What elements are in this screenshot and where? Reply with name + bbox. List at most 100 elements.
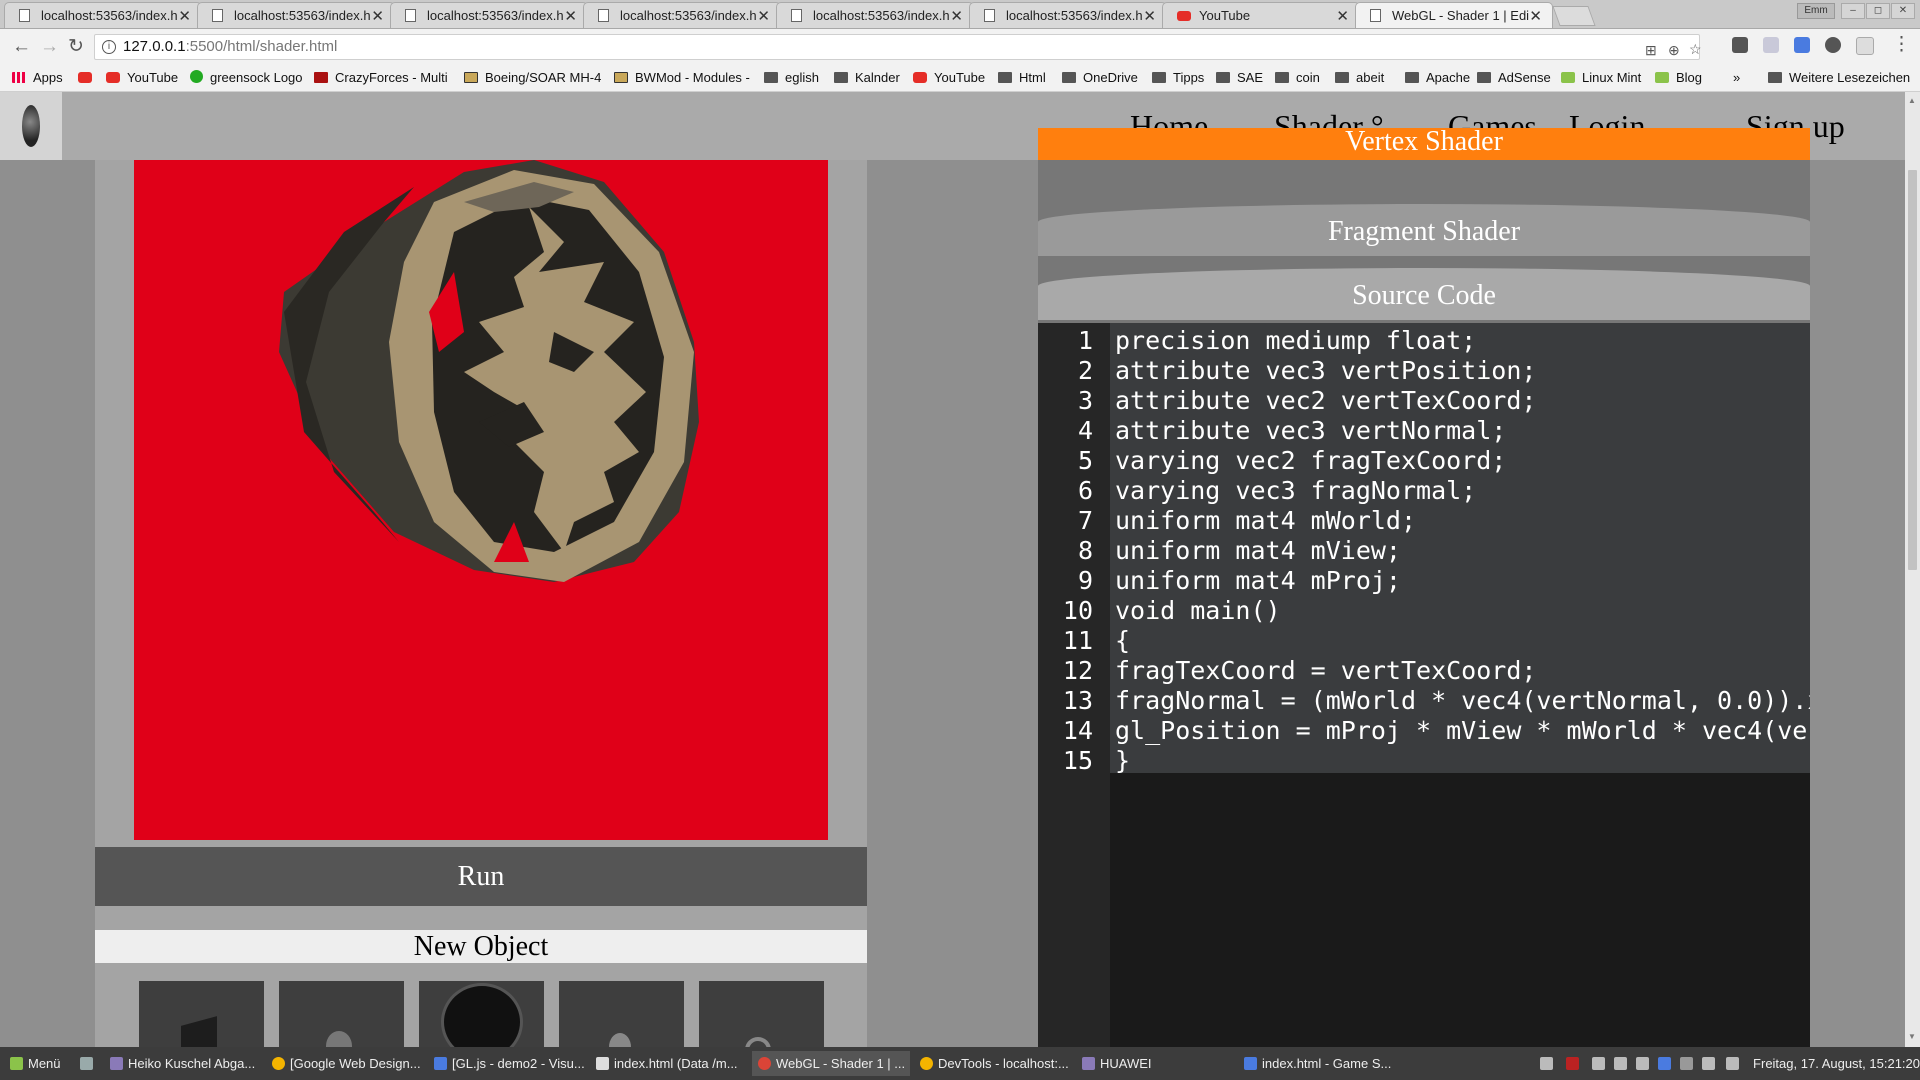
bookmark[interactable]: Blog: [1655, 70, 1702, 85]
close-icon[interactable]: ✕: [1336, 7, 1349, 25]
profile-button[interactable]: Emm: [1797, 3, 1835, 19]
maximize-button[interactable]: ◻: [1866, 3, 1890, 19]
menu-icon[interactable]: ⋮: [1892, 35, 1911, 54]
taskbar-item-active[interactable]: WebGL - Shader 1 | ...: [752, 1051, 910, 1076]
wifi-icon[interactable]: [1592, 1057, 1605, 1070]
browser-tab[interactable]: localhost:53563/index.h ✕: [583, 2, 781, 28]
bookmark[interactable]: Boeing/SOAR MH-4: [464, 70, 601, 85]
bookmark-folder[interactable]: Apache: [1405, 70, 1470, 85]
settings-extension-icon[interactable]: [1825, 37, 1841, 53]
new-tab-button[interactable]: [1552, 6, 1596, 26]
code-line[interactable]: uniform mat4 mView;: [1115, 536, 1401, 565]
volume-icon[interactable]: [1614, 1057, 1627, 1070]
zoom-icon[interactable]: ⊕: [1668, 38, 1680, 62]
info-icon[interactable]: i: [102, 40, 116, 54]
taskbar-item[interactable]: index.html (Data /m...: [590, 1051, 750, 1076]
reload-icon[interactable]: ↻: [68, 37, 84, 56]
bookmark-folder[interactable]: SAE: [1216, 70, 1263, 85]
code-line[interactable]: varying vec2 fragTexCoord;: [1115, 446, 1506, 475]
taskbar-item[interactable]: index.html - Game S...: [1238, 1051, 1398, 1076]
browser-tab[interactable]: localhost:53563/index.h ✕: [197, 2, 395, 28]
code-line[interactable]: void main(): [1115, 596, 1281, 625]
page-scrollbar[interactable]: ▲ ▼: [1905, 92, 1920, 1047]
close-icon[interactable]: ✕: [1143, 7, 1156, 25]
object-thumbnail-bust[interactable]: [559, 981, 684, 1047]
address-bar[interactable]: i 127.0.0.1:5500/html/shader.html ⊞ ⊕ ☆: [94, 34, 1702, 62]
extension-icon[interactable]: [1856, 37, 1874, 55]
close-icon[interactable]: ✕: [1529, 7, 1542, 25]
printer-icon[interactable]: [1680, 1057, 1693, 1070]
bookmark[interactable]: greensock Logo: [190, 70, 303, 85]
back-icon[interactable]: ←: [12, 37, 31, 56]
battery-icon[interactable]: [1636, 1057, 1649, 1070]
object-thumbnail-ring[interactable]: [699, 981, 824, 1047]
code-line[interactable]: attribute vec2 vertTexCoord;: [1115, 386, 1536, 415]
forward-icon[interactable]: →: [40, 37, 59, 56]
star-icon[interactable]: ☆: [1689, 37, 1702, 61]
code-line[interactable]: }: [1115, 746, 1130, 775]
close-icon[interactable]: ✕: [757, 7, 770, 25]
bookmark-folder[interactable]: Html: [998, 70, 1046, 85]
bookmark[interactable]: Linux Mint: [1561, 70, 1641, 85]
extension-icon[interactable]: [1763, 37, 1779, 53]
extension-icon[interactable]: [1732, 37, 1748, 53]
source-code-tab[interactable]: Source Code: [1038, 268, 1810, 320]
close-icon[interactable]: ✕: [178, 7, 191, 25]
bookmark[interactable]: YouTube: [106, 70, 178, 85]
code-line[interactable]: fragNormal = (mWorld * vec4(vertNormal, …: [1115, 686, 1810, 715]
browser-tab[interactable]: localhost:53563/index.h ✕: [776, 2, 974, 28]
other-bookmarks[interactable]: Weitere Lesezeichen: [1768, 70, 1910, 85]
browser-tab-active[interactable]: WebGL - Shader 1 | Edi ✕: [1355, 2, 1553, 28]
minimize-button[interactable]: –: [1841, 3, 1865, 19]
browser-tab[interactable]: YouTube ✕: [1162, 2, 1360, 28]
bookmark[interactable]: Apps: [12, 70, 63, 85]
taskbar-item[interactable]: DevTools - localhost:...: [914, 1051, 1074, 1076]
bookmark-folder[interactable]: eglish: [764, 70, 819, 85]
bookmark[interactable]: CrazyForces - Multi: [314, 70, 448, 85]
run-button[interactable]: Run: [95, 847, 867, 906]
start-menu-button[interactable]: Menü: [4, 1051, 66, 1076]
code-line[interactable]: fragTexCoord = vertTexCoord;: [1115, 656, 1536, 685]
show-desktop-button[interactable]: [74, 1051, 94, 1076]
taskbar-item[interactable]: Heiko Kuschel Abga...: [104, 1051, 264, 1076]
bookmark[interactable]: BWMod - Modules -: [614, 70, 750, 85]
scroll-up-icon[interactable]: ▲: [1908, 96, 1916, 105]
code-line[interactable]: precision mediump float;: [1115, 326, 1476, 355]
webgl-canvas[interactable]: [134, 92, 828, 840]
taskbar-item[interactable]: [Google Web Design...: [266, 1051, 426, 1076]
google-translate-icon[interactable]: [1794, 37, 1810, 53]
close-icon[interactable]: ✕: [950, 7, 963, 25]
code-line[interactable]: attribute vec3 vertNormal;: [1115, 416, 1506, 445]
object-thumbnail-sphere[interactable]: [279, 981, 404, 1047]
code-line[interactable]: gl_Position = mProj * mView * mWorld * v…: [1115, 716, 1810, 745]
bookmarks-overflow[interactable]: »: [1733, 70, 1740, 85]
window-close-button[interactable]: ✕: [1891, 3, 1915, 19]
code-line[interactable]: {: [1115, 626, 1130, 655]
code-line[interactable]: attribute vec3 vertPosition;: [1115, 356, 1536, 385]
taskbar-item[interactable]: HUAWEI: [1076, 1051, 1236, 1076]
browser-tab[interactable]: localhost:53563/index.h ✕: [969, 2, 1167, 28]
taskbar-item[interactable]: [GL.js - demo2 - Visu...: [428, 1051, 588, 1076]
bookmark-folder[interactable]: Kalnder: [834, 70, 900, 85]
code-editor[interactable]: 1 precision mediump float; 2 attribute vec3…: [1038, 323, 1810, 1047]
scroll-down-icon[interactable]: ▼: [1908, 1032, 1916, 1041]
browser-tab[interactable]: localhost:53563/index.h ✕: [4, 2, 202, 28]
translate-icon[interactable]: ⊞: [1645, 38, 1657, 62]
user-icon[interactable]: [1540, 1057, 1553, 1070]
browser-tab[interactable]: localhost:53563/index.h ✕: [390, 2, 588, 28]
bookmark-folder[interactable]: Tipps: [1152, 70, 1204, 85]
site-logo[interactable]: [0, 92, 62, 160]
bookmark[interactable]: [78, 70, 99, 85]
bookmark-folder[interactable]: OneDrive: [1062, 70, 1138, 85]
bookmark-folder[interactable]: coin: [1275, 70, 1320, 85]
code-line[interactable]: uniform mat4 mWorld;: [1115, 506, 1416, 535]
object-thumbnail-emblem[interactable]: [419, 981, 544, 1047]
shield-icon[interactable]: [1658, 1057, 1671, 1070]
object-thumbnail-cube[interactable]: [139, 981, 264, 1047]
bookmark[interactable]: YouTube: [913, 70, 985, 85]
update-icon[interactable]: [1702, 1057, 1715, 1070]
code-line[interactable]: varying vec3 fragNormal;: [1115, 476, 1476, 505]
flag-icon[interactable]: [1566, 1057, 1579, 1070]
bookmark-folder[interactable]: abeit: [1335, 70, 1384, 85]
code-line[interactable]: uniform mat4 mProj;: [1115, 566, 1401, 595]
